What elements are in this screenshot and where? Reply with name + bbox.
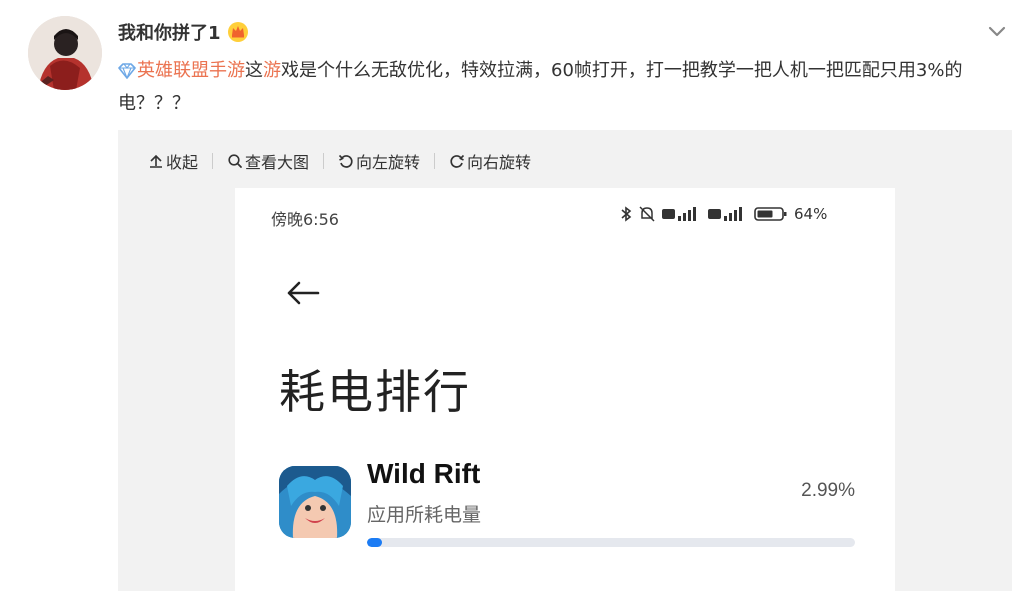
bluetooth-icon bbox=[621, 206, 632, 222]
post-text: 英雄联盟手游这游戏是个什么无敌优化，特效拉满，60帧打开，打一把教学一把人机一把… bbox=[118, 56, 1008, 119]
battery-icon bbox=[754, 207, 787, 221]
search-icon bbox=[228, 154, 242, 168]
app-icon bbox=[279, 466, 351, 538]
signal-sim2-icon bbox=[708, 207, 742, 221]
usage-bar-fill bbox=[367, 538, 382, 547]
usage-bar bbox=[367, 538, 855, 547]
app-name: Wild Rift bbox=[367, 458, 481, 489]
view-large-button[interactable]: 查看大图 bbox=[227, 149, 309, 173]
username-text[interactable]: 我和你拼了1 bbox=[118, 19, 221, 45]
toolbar-divider bbox=[323, 153, 325, 169]
rotate-left-icon bbox=[338, 154, 353, 168]
post-text-segment: 这 bbox=[245, 60, 263, 81]
rotate-left-button[interactable]: 向左旋转 bbox=[338, 149, 420, 173]
toolbar-divider bbox=[434, 153, 436, 169]
avatar-image bbox=[28, 16, 102, 90]
username[interactable]: 我和你拼了1 bbox=[118, 19, 249, 45]
crown-icon bbox=[227, 21, 249, 43]
image-toolbar: 收起 查看大图 向左旋转 向右旋转 bbox=[148, 150, 531, 172]
topic-link[interactable]: 英雄联盟手游 bbox=[137, 60, 245, 81]
app-usage-row[interactable]: Wild Rift 应用所耗电量 2.99% bbox=[279, 458, 859, 548]
rotate-right-icon bbox=[450, 154, 465, 168]
post-inline-link[interactable]: 游 bbox=[263, 60, 281, 81]
status-time: 傍晚6:56 bbox=[271, 210, 339, 229]
collapse-icon bbox=[150, 154, 162, 168]
collapse-button[interactable]: 收起 bbox=[148, 149, 198, 173]
media-panel: 收起 查看大图 向左旋转 向右旋转 傍晚6:56 64% 耗电排行 Wild R… bbox=[118, 130, 1012, 591]
topic-gem-icon bbox=[118, 59, 136, 89]
battery-percent: 64% bbox=[794, 205, 828, 223]
collapse-label: 收起 bbox=[166, 153, 199, 172]
app-percent: 2.99% bbox=[801, 480, 855, 501]
mute-bell-icon bbox=[639, 206, 655, 222]
rotate-left-label: 向左旋转 bbox=[356, 153, 421, 172]
phone-screenshot[interactable]: 傍晚6:56 64% 耗电排行 Wild Rift 应用所耗电量 2.99% bbox=[235, 188, 895, 591]
avatar[interactable] bbox=[28, 16, 102, 90]
view-large-label: 查看大图 bbox=[245, 153, 310, 172]
rotate-right-label: 向右旋转 bbox=[467, 153, 532, 172]
rotate-right-button[interactable]: 向右旋转 bbox=[449, 149, 531, 173]
chevron-down-icon[interactable] bbox=[986, 20, 1008, 42]
app-subtitle: 应用所耗电量 bbox=[367, 504, 482, 526]
toolbar-divider bbox=[212, 153, 214, 169]
back-arrow-icon[interactable] bbox=[285, 280, 321, 306]
signal-sim1-icon bbox=[662, 207, 696, 221]
status-bar-icons: 64% bbox=[620, 205, 827, 223]
page-title: 耗电排行 bbox=[279, 365, 471, 419]
